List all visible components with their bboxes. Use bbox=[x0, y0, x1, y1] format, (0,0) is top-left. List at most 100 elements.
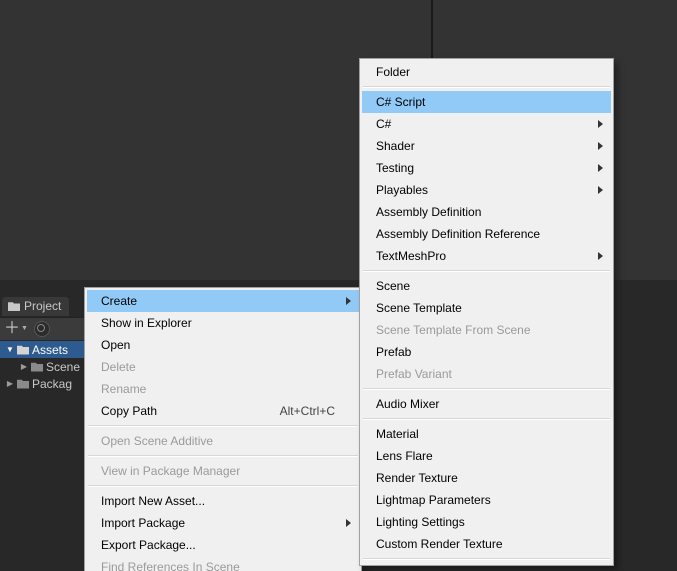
viewport-divider bbox=[431, 0, 433, 62]
folder-icon bbox=[31, 362, 43, 372]
menu-label: Prefab Variant bbox=[376, 367, 452, 381]
menu-label: Import Package bbox=[101, 516, 185, 530]
menu-item-folder[interactable]: Folder bbox=[362, 61, 611, 83]
menu-item-open-scene-additive[interactable]: Open Scene Additive bbox=[87, 430, 359, 452]
menu-label: Folder bbox=[376, 65, 410, 79]
menu-label: Export Package... bbox=[101, 538, 196, 552]
tree-item-scenes[interactable]: ▶ Scene bbox=[0, 358, 90, 375]
tree-item-assets[interactable]: ▼ Assets bbox=[0, 341, 90, 358]
submenu-arrow-icon bbox=[346, 297, 351, 305]
menu-item-import-package[interactable]: Import Package bbox=[87, 512, 359, 534]
menu-label: View in Package Manager bbox=[101, 464, 240, 478]
folder-icon bbox=[17, 379, 29, 389]
menu-label: Lightmap Parameters bbox=[376, 493, 491, 507]
submenu-arrow-icon bbox=[598, 142, 603, 150]
submenu-arrow-icon bbox=[598, 164, 603, 172]
menu-item-custom-render-texture[interactable]: Custom Render Texture bbox=[362, 533, 611, 555]
menu-item-testing[interactable]: Testing bbox=[362, 157, 611, 179]
menu-separator bbox=[363, 418, 610, 420]
disclosure-triangle-icon[interactable]: ▼ bbox=[6, 346, 14, 354]
menu-item-copy-path[interactable]: Copy Path Alt+Ctrl+C bbox=[87, 400, 359, 422]
menu-item-open[interactable]: Open bbox=[87, 334, 359, 356]
menu-label: Assembly Definition Reference bbox=[376, 227, 540, 241]
menu-label: Render Texture bbox=[376, 471, 458, 485]
disclosure-triangle-icon[interactable]: ▶ bbox=[6, 380, 14, 388]
project-tree: ▼ Assets ▶ Scene ▶ Packag bbox=[0, 341, 90, 392]
submenu-arrow-icon bbox=[346, 519, 351, 527]
menu-item-assembly-definition[interactable]: Assembly Definition bbox=[362, 201, 611, 223]
menu-label: Open Scene Additive bbox=[101, 434, 213, 448]
menu-label: TextMeshPro bbox=[376, 249, 446, 263]
menu-item-delete[interactable]: Delete bbox=[87, 356, 359, 378]
create-submenu: Folder C# Script C# Shader Testing Playa… bbox=[359, 58, 614, 566]
menu-item-render-texture[interactable]: Render Texture bbox=[362, 467, 611, 489]
menu-label: Custom Render Texture bbox=[376, 537, 503, 551]
menu-item-textmeshpro[interactable]: TextMeshPro bbox=[362, 245, 611, 267]
project-tab[interactable]: Project bbox=[2, 297, 69, 316]
menu-item-export-package[interactable]: Export Package... bbox=[87, 534, 359, 556]
menu-item-csharp[interactable]: C# bbox=[362, 113, 611, 135]
menu-label: Material bbox=[376, 427, 419, 441]
menu-label: Show in Explorer bbox=[101, 316, 192, 330]
submenu-arrow-icon bbox=[598, 186, 603, 194]
project-panel: Project ＋▼ ▼ Assets ▶ Scene ▶ Packag bbox=[0, 297, 90, 571]
menu-label: Delete bbox=[101, 360, 136, 374]
tree-item-packages[interactable]: ▶ Packag bbox=[0, 375, 90, 392]
menu-label: Find References In Scene bbox=[101, 560, 240, 571]
menu-separator bbox=[363, 270, 610, 272]
menu-label: Open bbox=[101, 338, 130, 352]
menu-label: Import New Asset... bbox=[101, 494, 205, 508]
menu-item-scene-template-from-scene[interactable]: Scene Template From Scene bbox=[362, 319, 611, 341]
menu-label: C# bbox=[376, 117, 391, 131]
menu-separator bbox=[88, 485, 358, 487]
menu-item-rename[interactable]: Rename bbox=[87, 378, 359, 400]
menu-item-assembly-definition-reference[interactable]: Assembly Definition Reference bbox=[362, 223, 611, 245]
menu-item-prefab-variant[interactable]: Prefab Variant bbox=[362, 363, 611, 385]
menu-item-playables[interactable]: Playables bbox=[362, 179, 611, 201]
search-input[interactable] bbox=[34, 321, 50, 337]
menu-label: Scene Template bbox=[376, 301, 462, 315]
menu-item-create[interactable]: Create bbox=[87, 290, 359, 312]
menu-label: Rename bbox=[101, 382, 146, 396]
menu-item-audio-mixer[interactable]: Audio Mixer bbox=[362, 393, 611, 415]
menu-item-lightmap-parameters[interactable]: Lightmap Parameters bbox=[362, 489, 611, 511]
add-button[interactable]: ＋▼ bbox=[4, 322, 28, 336]
menu-label: Create bbox=[101, 294, 137, 308]
menu-separator bbox=[363, 558, 610, 560]
menu-separator bbox=[363, 86, 610, 88]
menu-label: Prefab bbox=[376, 345, 411, 359]
submenu-arrow-icon bbox=[598, 252, 603, 260]
menu-item-view-in-package-manager[interactable]: View in Package Manager bbox=[87, 460, 359, 482]
menu-separator bbox=[88, 455, 358, 457]
tree-label: Packag bbox=[32, 377, 72, 391]
menu-item-shader[interactable]: Shader bbox=[362, 135, 611, 157]
menu-label: Copy Path bbox=[101, 404, 157, 418]
tree-label: Assets bbox=[32, 343, 68, 357]
menu-item-scene[interactable]: Scene bbox=[362, 275, 611, 297]
menu-item-scene-template[interactable]: Scene Template bbox=[362, 297, 611, 319]
menu-item-lens-flare[interactable]: Lens Flare bbox=[362, 445, 611, 467]
disclosure-triangle-icon[interactable]: ▶ bbox=[20, 363, 28, 371]
menu-label: Scene Template From Scene bbox=[376, 323, 531, 337]
project-tab-label: Project bbox=[24, 299, 61, 313]
menu-item-material[interactable]: Material bbox=[362, 423, 611, 445]
menu-separator bbox=[363, 388, 610, 390]
menu-label: C# Script bbox=[376, 95, 425, 109]
folder-icon bbox=[17, 345, 29, 355]
submenu-arrow-icon bbox=[598, 120, 603, 128]
chevron-down-icon: ▼ bbox=[21, 322, 28, 336]
project-toolbar: ＋▼ bbox=[0, 317, 94, 340]
tree-label: Scene bbox=[46, 360, 80, 374]
menu-item-lighting-settings[interactable]: Lighting Settings bbox=[362, 511, 611, 533]
menu-label: Assembly Definition bbox=[376, 205, 481, 219]
menu-item-csharp-script[interactable]: C# Script bbox=[362, 91, 611, 113]
menu-shortcut: Alt+Ctrl+C bbox=[280, 404, 335, 418]
menu-label: Audio Mixer bbox=[376, 397, 439, 411]
menu-item-import-new-asset[interactable]: Import New Asset... bbox=[87, 490, 359, 512]
menu-label: Playables bbox=[376, 183, 428, 197]
menu-label: Scene bbox=[376, 279, 410, 293]
menu-item-find-references-in-scene[interactable]: Find References In Scene bbox=[87, 556, 359, 571]
menu-item-prefab[interactable]: Prefab bbox=[362, 341, 611, 363]
menu-item-show-in-explorer[interactable]: Show in Explorer bbox=[87, 312, 359, 334]
menu-label: Testing bbox=[376, 161, 414, 175]
